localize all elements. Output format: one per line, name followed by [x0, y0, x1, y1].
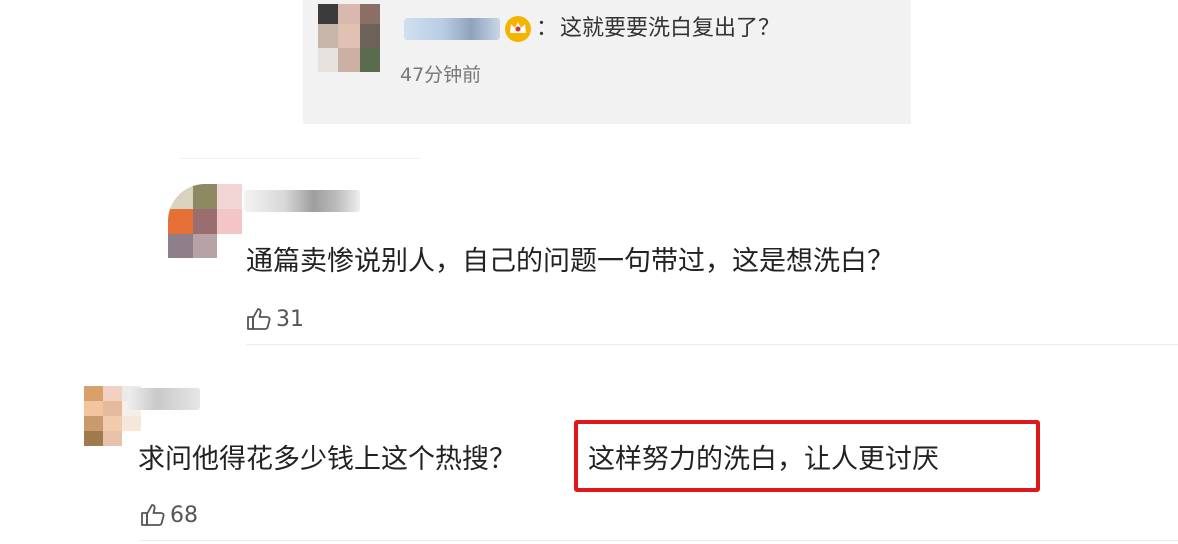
highlight-box	[574, 420, 1040, 492]
comment-avatar[interactable]	[168, 184, 242, 258]
crown-icon	[505, 16, 531, 42]
like-count: 31	[276, 306, 304, 332]
thumbs-up-icon	[247, 308, 271, 330]
divider	[180, 158, 420, 159]
reply-colon: ：	[536, 16, 559, 41]
comment-text: 通篇卖惨说别人，自己的问题一句带过，这是想洗白？	[246, 246, 894, 277]
divider	[246, 344, 1178, 345]
comment-username-blurred[interactable]	[128, 388, 200, 410]
comment-username-blurred[interactable]	[244, 190, 360, 212]
reply-username-blurred[interactable]	[404, 18, 500, 40]
like-button[interactable]: 68	[140, 502, 198, 528]
like-button[interactable]: 31	[246, 306, 304, 332]
like-count: 68	[170, 502, 198, 528]
comment-text: 求问他得花多少钱上这个热搜？	[138, 444, 516, 475]
thumbs-up-icon	[141, 504, 165, 526]
divider	[140, 540, 1178, 541]
reply-avatar[interactable]	[318, 4, 380, 72]
reply-text: 这就要要洗白复出了？	[560, 16, 781, 41]
reply-timestamp: 47分钟前	[400, 64, 482, 86]
